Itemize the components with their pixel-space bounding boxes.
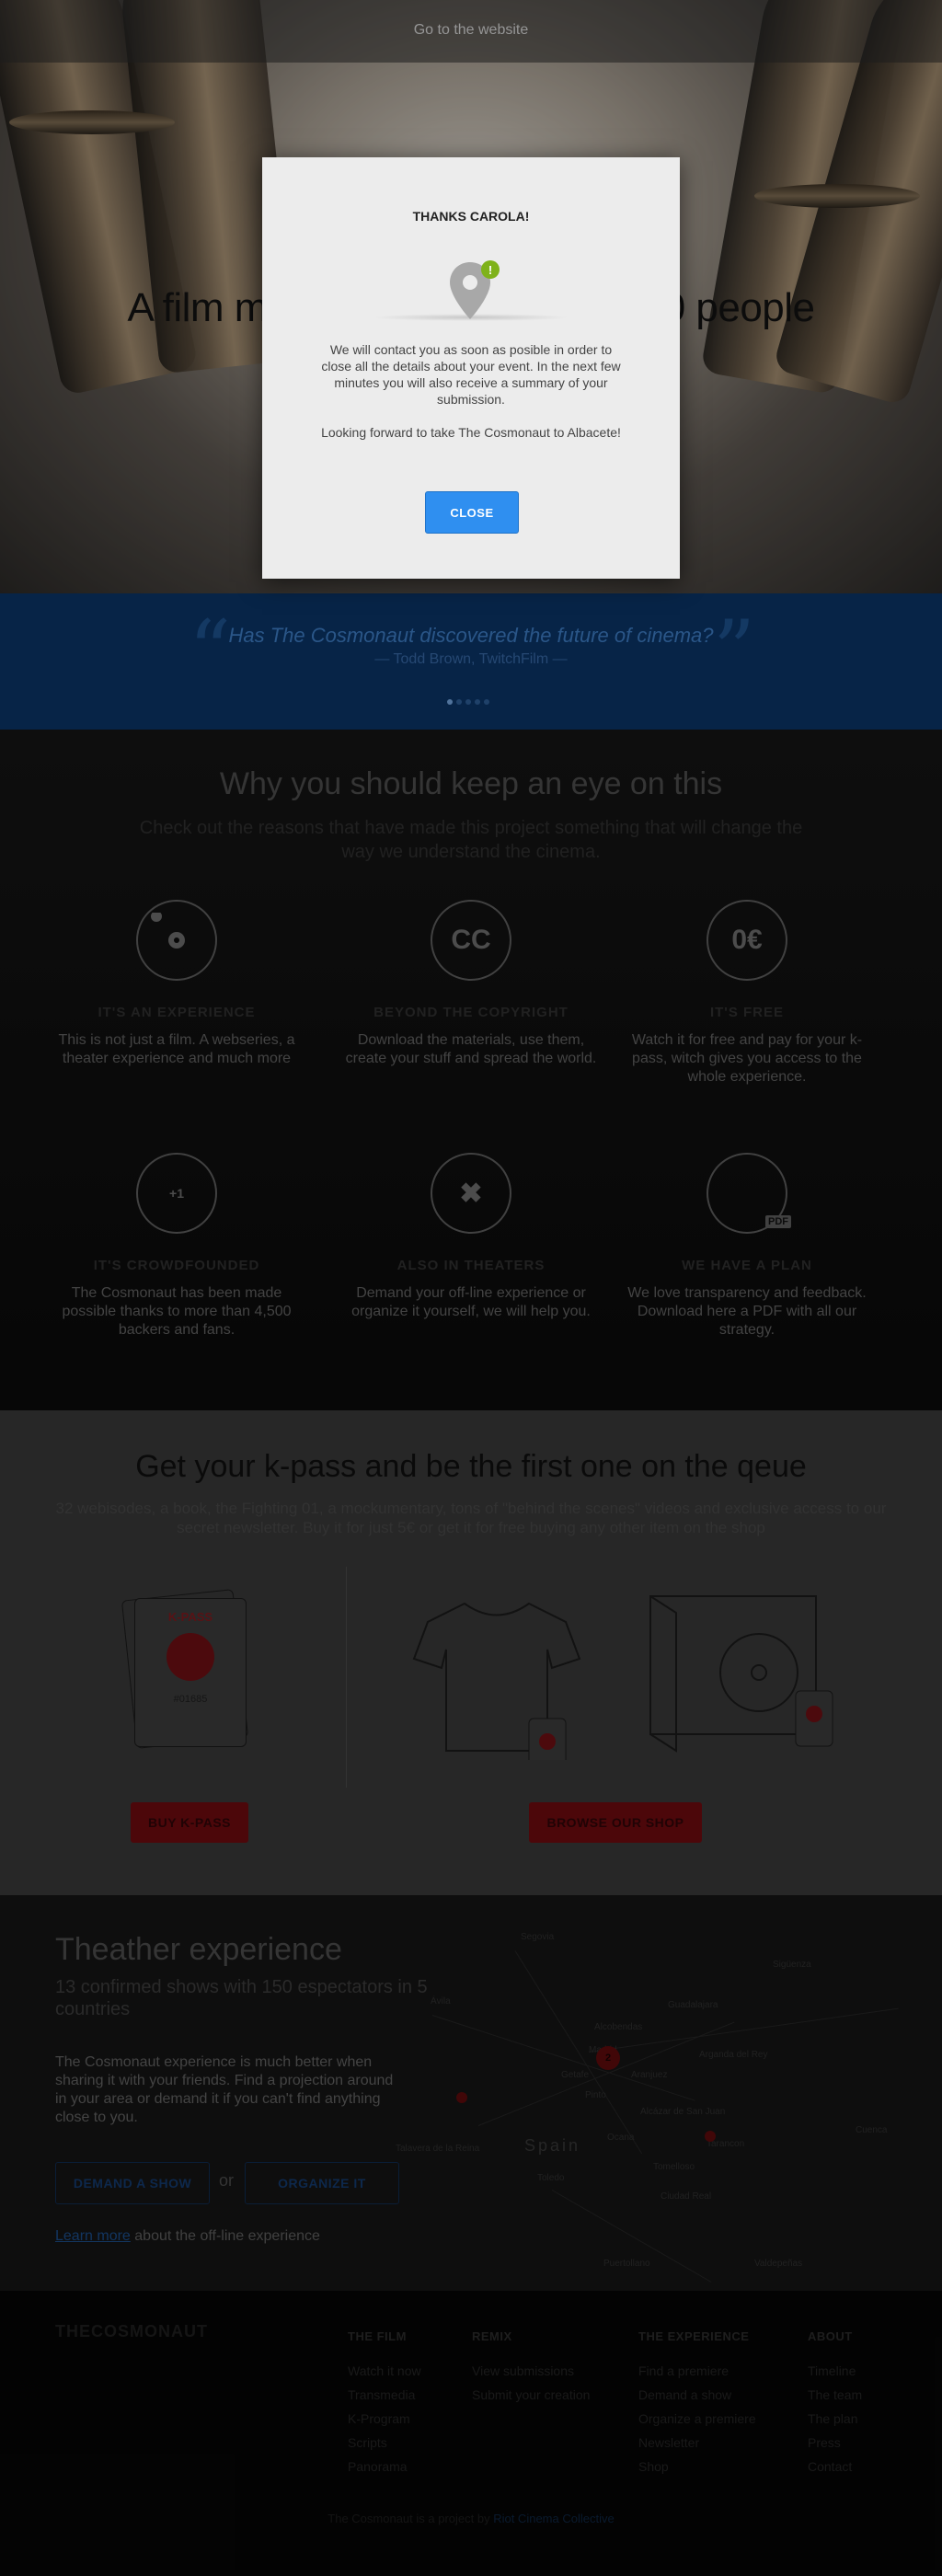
location-pin-icon: !	[450, 260, 500, 319]
modal-message: We will contact you as soon as posible i…	[321, 342, 621, 407]
page: Go to the website A film made by more th…	[0, 0, 942, 2576]
confirmation-modal: THANKS CAROLA! ! We will contact you as …	[262, 157, 680, 579]
success-badge-glyph: !	[488, 263, 492, 277]
close-button[interactable]: CLOSE	[425, 491, 519, 534]
modal-title: THANKS CAROLA!	[412, 209, 530, 224]
modal-message-secondary: Looking forward to take The Cosmonaut to…	[321, 425, 621, 440]
